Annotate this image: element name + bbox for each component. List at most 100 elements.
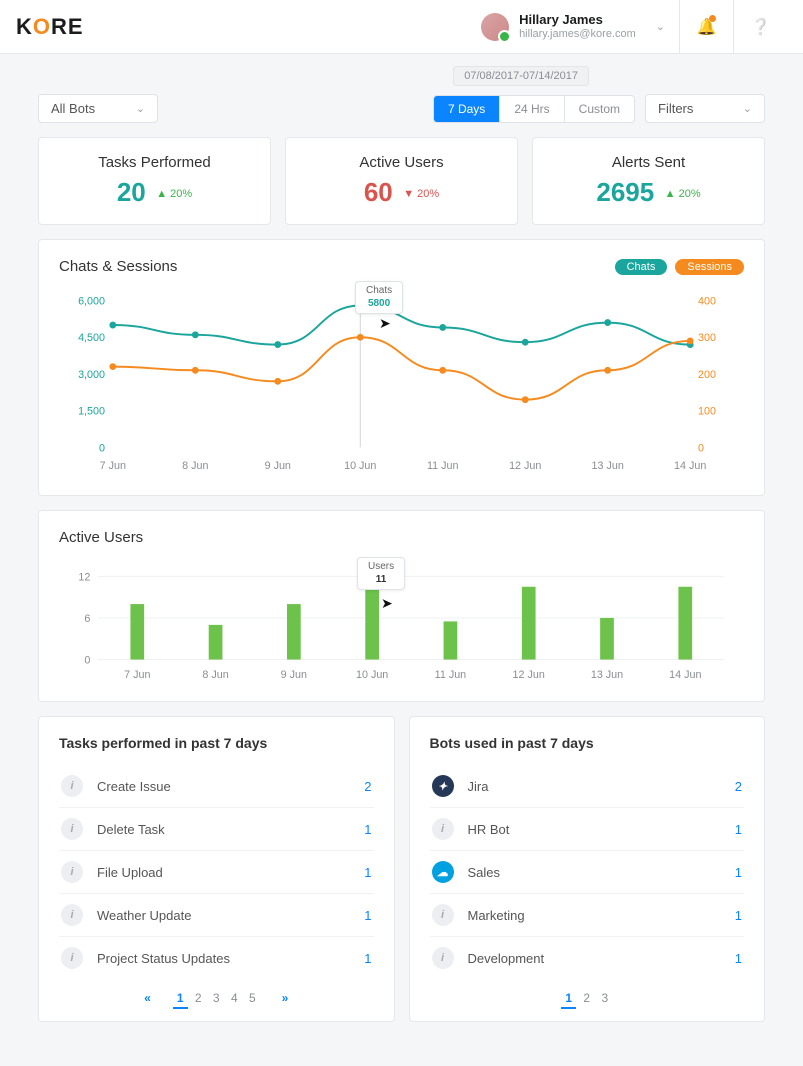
notification-dot bbox=[709, 15, 716, 22]
active-users-chart[interactable]: 06127 Jun8 Jun9 Jun10 Jun11 Jun12 Jun13 … bbox=[59, 547, 744, 687]
user-menu[interactable]: Hillary James hillary.james@kore.com ⌄ bbox=[467, 13, 679, 41]
pager-page[interactable]: 2 bbox=[191, 989, 206, 1007]
chevron-down-icon: ⌄ bbox=[656, 20, 665, 33]
list-item[interactable]: iMarketing 1 bbox=[430, 894, 745, 937]
list-item-count: 1 bbox=[364, 908, 371, 923]
help-button[interactable]: ❔ bbox=[733, 0, 787, 54]
list-item-count: 1 bbox=[735, 865, 742, 880]
list-item-count: 1 bbox=[364, 951, 371, 966]
svg-text:6,000: 6,000 bbox=[78, 295, 105, 307]
pill-chats[interactable]: Chats bbox=[615, 259, 668, 275]
kpi-cards: Tasks Performed 20 ▲ 20% Active Users 60… bbox=[38, 137, 765, 225]
pager-tasks: « 1 2 3 4 5 » bbox=[59, 989, 374, 1007]
kpi-delta: ▼ 20% bbox=[403, 188, 439, 200]
list-item-count: 1 bbox=[735, 908, 742, 923]
panel-active-users: Active Users 06127 Jun8 Jun9 Jun10 Jun11… bbox=[38, 510, 765, 702]
bot-selector[interactable]: All Bots ⌄ bbox=[38, 94, 158, 123]
help-icon: ❔ bbox=[751, 17, 771, 37]
filters-label: Filters bbox=[658, 101, 693, 116]
list-item[interactable]: iDelete Task 1 bbox=[59, 808, 374, 851]
list-item-count: 1 bbox=[364, 822, 371, 837]
svg-text:13 Jun: 13 Jun bbox=[591, 669, 623, 681]
panel-bots-list: Bots used in past 7 days ✦Jira 2 iHR Bot… bbox=[409, 716, 766, 1022]
list-item-label: File Upload bbox=[97, 865, 163, 880]
notifications-button[interactable]: 🔔 bbox=[679, 0, 733, 54]
chevron-down-icon: ⌄ bbox=[743, 102, 752, 115]
list-item[interactable]: iHR Bot 1 bbox=[430, 808, 745, 851]
list-item-count: 1 bbox=[364, 865, 371, 880]
user-email: hillary.james@kore.com bbox=[519, 28, 636, 41]
svg-text:9 Jun: 9 Jun bbox=[265, 460, 291, 472]
svg-text:8 Jun: 8 Jun bbox=[182, 460, 208, 472]
panel-title: Bots used in past 7 days bbox=[430, 735, 745, 751]
svg-text:12 Jun: 12 Jun bbox=[513, 669, 545, 681]
seg-custom[interactable]: Custom bbox=[564, 96, 634, 122]
list-item[interactable]: iCreate Issue 2 bbox=[59, 765, 374, 808]
pager-page[interactable]: 5 bbox=[245, 989, 260, 1007]
filters-button[interactable]: Filters ⌄ bbox=[645, 94, 765, 123]
user-name: Hillary James bbox=[519, 13, 636, 28]
list-item[interactable]: iProject Status Updates 1 bbox=[59, 937, 374, 979]
svg-text:3,000: 3,000 bbox=[78, 369, 105, 381]
pager-bots: 1 2 3 bbox=[430, 989, 745, 1007]
chevron-down-icon: ⌄ bbox=[136, 102, 145, 115]
kpi-label: Active Users bbox=[296, 154, 507, 171]
svg-text:0: 0 bbox=[698, 442, 704, 454]
panel-title: Chats & Sessions bbox=[59, 258, 177, 275]
list-item-label: Development bbox=[468, 951, 545, 966]
svg-text:14 Jun: 14 Jun bbox=[674, 460, 706, 472]
svg-text:300: 300 bbox=[698, 332, 716, 344]
list-item[interactable]: iDevelopment 1 bbox=[430, 937, 745, 979]
list-item-count: 2 bbox=[364, 779, 371, 794]
svg-text:7 Jun: 7 Jun bbox=[124, 669, 150, 681]
svg-text:100: 100 bbox=[698, 406, 716, 418]
kpi-value: 60 bbox=[364, 177, 393, 208]
seg-24hrs[interactable]: 24 Hrs bbox=[499, 96, 563, 122]
svg-text:4,500: 4,500 bbox=[78, 332, 105, 344]
svg-text:12 Jun: 12 Jun bbox=[509, 460, 541, 472]
pager-page[interactable]: 1 bbox=[173, 989, 188, 1009]
pager-page[interactable]: 2 bbox=[579, 989, 594, 1007]
list-item-label: Create Issue bbox=[97, 779, 171, 794]
svg-text:10 Jun: 10 Jun bbox=[344, 460, 376, 472]
list-item-label: Delete Task bbox=[97, 822, 165, 837]
kpi-value: 20 bbox=[117, 177, 146, 208]
brand-logo: KORE bbox=[16, 14, 84, 40]
chats-sessions-chart[interactable]: 01,5003,0004,5006,00001002003004007 Jun8… bbox=[59, 281, 744, 481]
pager-page[interactable]: 1 bbox=[561, 989, 576, 1009]
svg-text:10 Jun: 10 Jun bbox=[356, 669, 388, 681]
list-item[interactable]: iWeather Update 1 bbox=[59, 894, 374, 937]
seg-7days[interactable]: 7 Days bbox=[434, 96, 499, 122]
pill-sessions[interactable]: Sessions bbox=[675, 259, 744, 275]
kpi-alerts[interactable]: Alerts Sent 2695 ▲ 20% bbox=[532, 137, 765, 225]
list-item-label: Project Status Updates bbox=[97, 951, 230, 966]
list-item[interactable]: iFile Upload 1 bbox=[59, 851, 374, 894]
chart-tooltip: Users 11 bbox=[357, 557, 405, 590]
kpi-active-users[interactable]: Active Users 60 ▼ 20% bbox=[285, 137, 518, 225]
panel-title: Tasks performed in past 7 days bbox=[59, 735, 374, 751]
svg-text:400: 400 bbox=[698, 295, 716, 307]
pager-page[interactable]: 3 bbox=[209, 989, 224, 1007]
pager-page[interactable]: 4 bbox=[227, 989, 242, 1007]
time-range-segment: 7 Days 24 Hrs Custom bbox=[433, 95, 635, 123]
pager-next[interactable]: » bbox=[278, 989, 293, 1007]
list-item-count: 1 bbox=[735, 822, 742, 837]
list-item-label: Jira bbox=[468, 779, 489, 794]
list-item[interactable]: ☁Sales 1 bbox=[430, 851, 745, 894]
svg-text:11 Jun: 11 Jun bbox=[427, 460, 458, 472]
avatar bbox=[481, 13, 509, 41]
svg-text:13 Jun: 13 Jun bbox=[592, 460, 624, 472]
kpi-label: Tasks Performed bbox=[49, 154, 260, 171]
svg-text:6: 6 bbox=[84, 613, 90, 625]
kpi-delta: ▲ 20% bbox=[156, 188, 192, 200]
date-range[interactable]: 07/08/2017-07/14/2017 bbox=[453, 66, 589, 86]
svg-text:7 Jun: 7 Jun bbox=[100, 460, 126, 472]
svg-text:8 Jun: 8 Jun bbox=[202, 669, 228, 681]
svg-text:12: 12 bbox=[78, 571, 90, 583]
list-item-label: Weather Update bbox=[97, 908, 191, 923]
list-item[interactable]: ✦Jira 2 bbox=[430, 765, 745, 808]
chart-tooltip: Chats 5800 bbox=[355, 281, 403, 314]
pager-page[interactable]: 3 bbox=[597, 989, 612, 1007]
pager-prev[interactable]: « bbox=[140, 989, 155, 1007]
kpi-tasks[interactable]: Tasks Performed 20 ▲ 20% bbox=[38, 137, 271, 225]
